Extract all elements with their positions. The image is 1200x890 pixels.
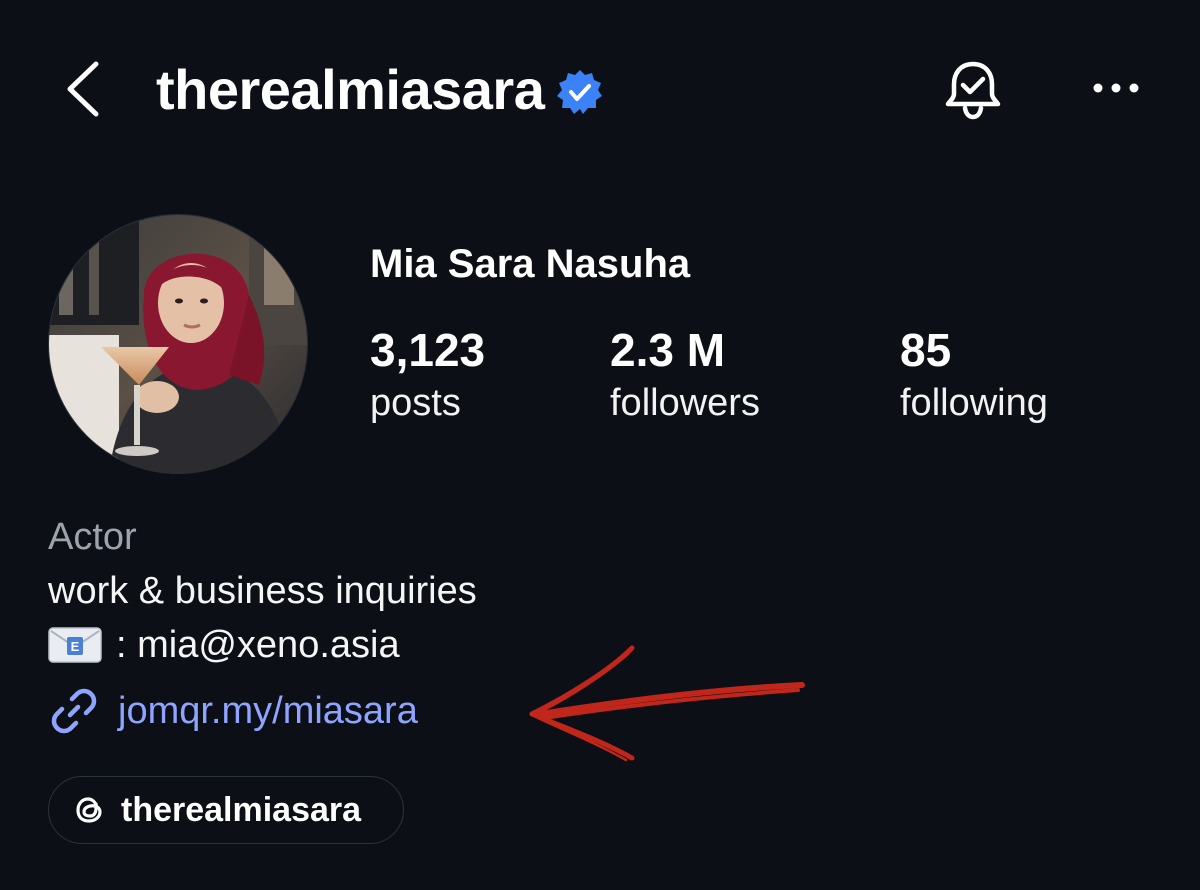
following-stat[interactable]: 85 following [900, 322, 1048, 428]
bio: Actor work & business inquiries E : mia@… [48, 510, 477, 672]
email-row: E : mia@xeno.asia [48, 618, 477, 672]
back-chevron-icon[interactable] [60, 58, 104, 120]
email-text[interactable]: : mia@xeno.asia [116, 618, 400, 672]
posts-count: 3,123 [370, 324, 486, 376]
followers-label: followers [610, 382, 760, 424]
following-label: following [900, 382, 1048, 424]
display-name: Mia Sara Nasuha [370, 242, 691, 286]
verified-badge-icon [557, 70, 603, 114]
followers-stat[interactable]: 2.3 M followers [610, 322, 760, 428]
more-options-icon[interactable] [1090, 78, 1142, 98]
notification-bell-icon[interactable] [940, 58, 1006, 124]
followers-count: 2.3 M [610, 324, 726, 376]
bio-line: work & business inquiries [48, 570, 477, 612]
category-label: Actor [48, 516, 137, 558]
threads-icon [76, 797, 102, 823]
link-icon [51, 688, 97, 734]
following-count: 85 [900, 324, 952, 376]
red-arrow-annotation [529, 645, 805, 762]
username: therealmiasara [156, 58, 545, 121]
link-text: jomqr.my/miasara [118, 690, 418, 732]
posts-label: posts [370, 382, 461, 424]
avatar-photo [49, 215, 307, 473]
envelope-emoji-icon: E [48, 627, 102, 663]
posts-stat[interactable]: 3,123 posts [370, 322, 485, 428]
threads-profile-button[interactable]: therealmiasara [48, 776, 404, 844]
external-link[interactable]: jomqr.my/miasara [48, 684, 418, 738]
threads-label: therealmiasara [121, 790, 362, 829]
svg-text:E: E [71, 639, 80, 654]
header-title: therealmiasara [156, 58, 604, 122]
profile-screen: therealmiasara Mia Sara Nasuha 3,123 pos… [0, 0, 1200, 890]
profile-avatar[interactable] [48, 214, 308, 474]
